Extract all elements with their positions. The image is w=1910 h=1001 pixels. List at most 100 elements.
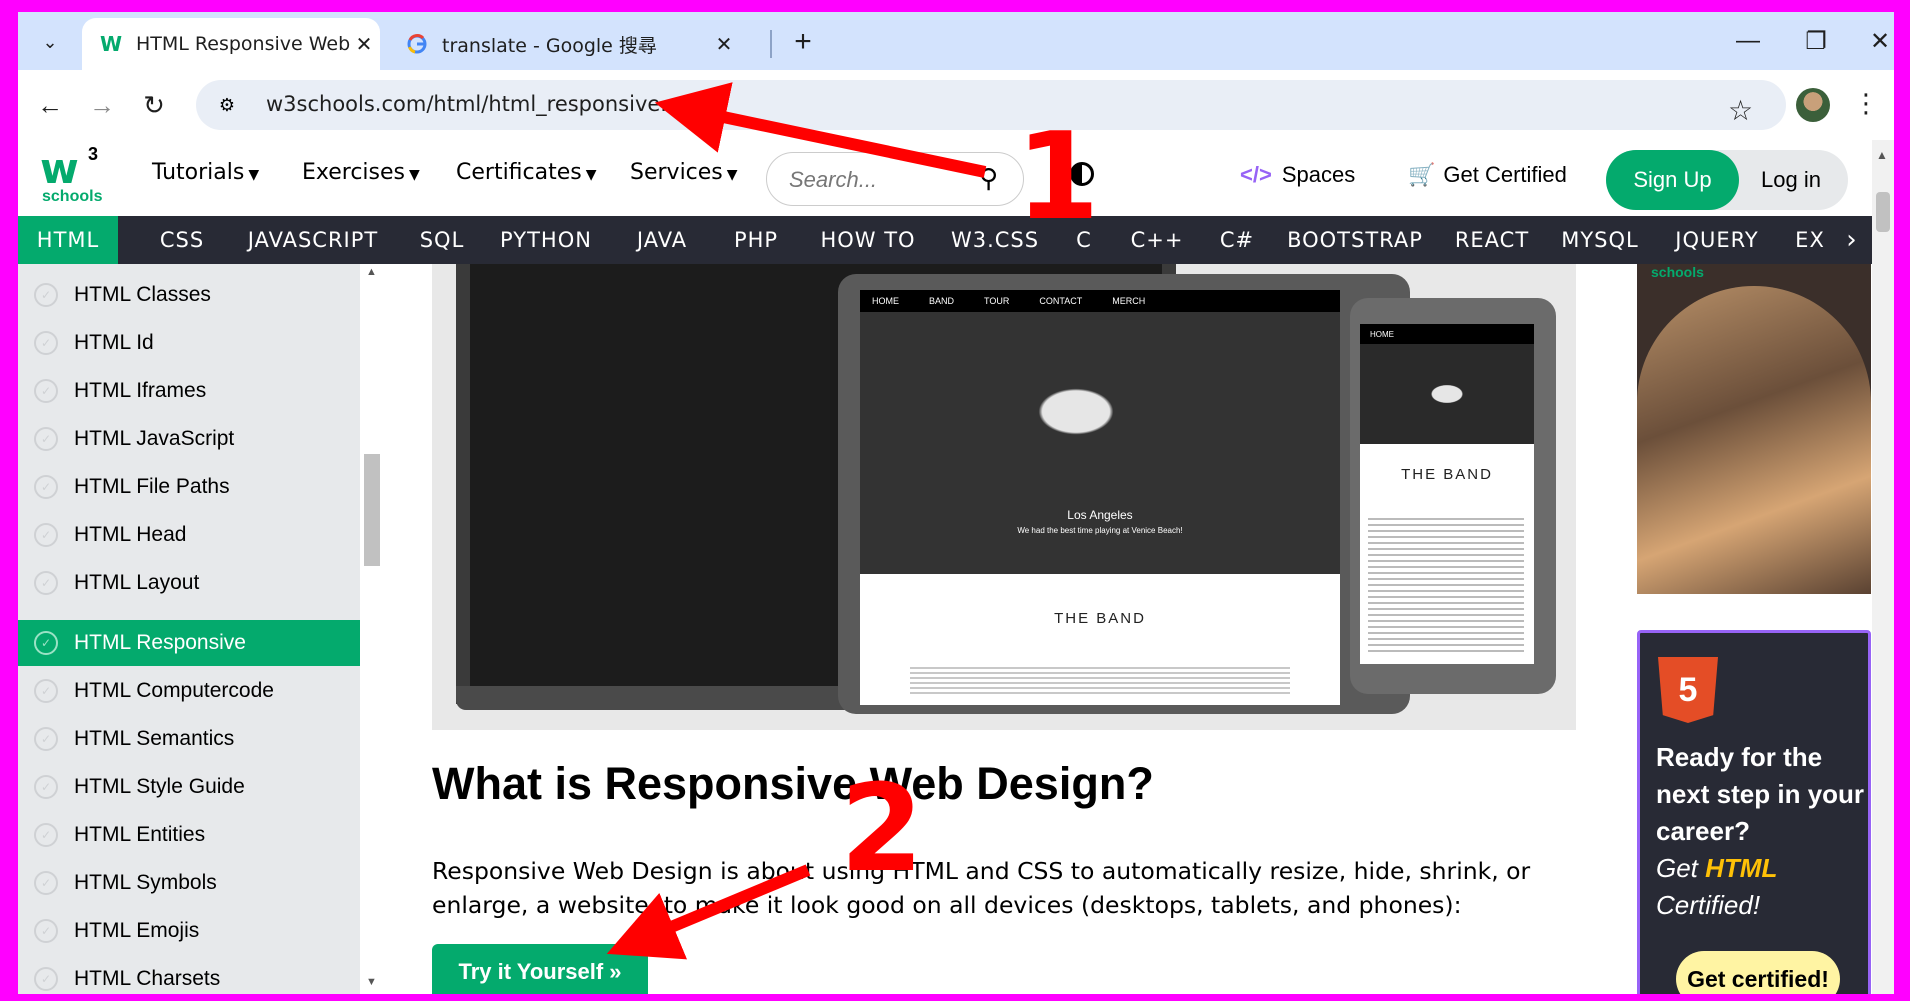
site-info-icon[interactable]: ⚙ xyxy=(214,92,240,118)
sidebar-item-javascript[interactable]: ✓ HTML JavaScript xyxy=(18,416,360,462)
search-icon[interactable]: ⚲ xyxy=(979,163,998,194)
scroll-down-icon[interactable]: ▼ xyxy=(366,976,377,988)
restore-icon[interactable]: ❐ xyxy=(1786,22,1846,60)
ad-logo: schools xyxy=(1651,264,1704,280)
topnav-sql[interactable]: SQL xyxy=(404,216,480,264)
topnav-java[interactable]: JAVA xyxy=(616,216,708,264)
tab-strip: ⌄ W HTML Responsive Web Design ✕ transla… xyxy=(18,12,1894,70)
scroll-up-icon[interactable]: ▲ xyxy=(366,266,377,278)
sidebar-item-layout[interactable]: ✓ HTML Layout xyxy=(18,560,360,606)
check-icon: ✓ xyxy=(34,379,58,403)
close-tab-icon[interactable]: ✕ xyxy=(710,32,738,56)
menu-tutorials[interactable]: Tutorials ▼ xyxy=(152,160,259,185)
get-certified-link[interactable]: 🛒 Get Certified xyxy=(1408,162,1567,188)
topnav-react[interactable]: REACT xyxy=(1442,216,1542,264)
tab-separator xyxy=(770,30,772,58)
google-favicon-icon xyxy=(402,29,432,59)
topnav-howto[interactable]: HOW TO xyxy=(806,216,930,264)
page-scroll-thumb[interactable] xyxy=(1876,192,1890,232)
phone-mockup: HOME THE BAND xyxy=(1350,298,1556,694)
sidebar-item-head[interactable]: ✓ HTML Head xyxy=(18,512,360,558)
sidebar-item-charsets[interactable]: ✓ HTML Charsets xyxy=(18,956,360,994)
back-icon[interactable]: ← xyxy=(30,85,70,125)
topnav-mysql[interactable]: MYSQL xyxy=(1550,216,1650,264)
topnav-ex[interactable]: EX xyxy=(1790,216,1830,264)
menu-services[interactable]: Services ▼ xyxy=(630,160,738,185)
check-icon: ✓ xyxy=(34,571,58,595)
city-subcaption: We had the best time playing at Venice B… xyxy=(1017,526,1183,535)
logo-sup: 3 xyxy=(88,144,99,164)
get-certified-button[interactable]: Get certified! xyxy=(1676,951,1840,994)
sidebar-scroll-thumb[interactable] xyxy=(364,454,380,566)
topnav-csharp[interactable]: C# xyxy=(1204,216,1270,264)
sign-up-button[interactable]: Sign Up xyxy=(1606,150,1739,210)
menu-exercises[interactable]: Exercises ▼ xyxy=(302,160,420,185)
close-tab-icon[interactable]: ✕ xyxy=(350,32,378,56)
sidebar-item-entities[interactable]: ✓ HTML Entities xyxy=(18,812,360,858)
logo-w: w xyxy=(40,144,79,193)
sidebar-item-responsive[interactable]: ✓ HTML Responsive xyxy=(18,620,360,666)
new-tab-icon[interactable]: + xyxy=(783,22,823,62)
city-caption: Los Angeles xyxy=(1067,508,1133,522)
browser-toolbar: ← → ↻ ⚙ w3schools.com/html/html_responsi… xyxy=(18,70,1894,140)
bookmark-star-icon[interactable]: ☆ xyxy=(1728,94,1753,127)
spaces-link[interactable]: </> Spaces xyxy=(1240,162,1355,188)
tab-html-responsive[interactable]: W HTML Responsive Web Design ✕ xyxy=(82,18,380,70)
page-scroll-up-icon[interactable]: ▲ xyxy=(1876,148,1888,162)
profile-avatar[interactable] xyxy=(1796,88,1830,122)
sidebar-item-file-paths[interactable]: ✓ HTML File Paths xyxy=(18,464,360,510)
sidebar-item-classes[interactable]: ✓ HTML Classes xyxy=(18,272,360,318)
topnav-css[interactable]: CSS xyxy=(136,216,228,264)
band-photo: Los Angeles We had the best time playing… xyxy=(860,312,1340,574)
topnav-cpp[interactable]: C++ xyxy=(1116,216,1198,264)
tab-search-icon[interactable]: ⌄ xyxy=(30,22,70,62)
annotation-number-2: 2 xyxy=(840,760,924,899)
page-scrollbar[interactable]: ▲ xyxy=(1872,140,1894,994)
try-it-yourself-button[interactable]: Try it Yourself » xyxy=(432,944,648,994)
topnav-javascript[interactable]: JAVASCRIPT xyxy=(228,216,398,264)
sidebar-item-iframes[interactable]: ✓ HTML Iframes xyxy=(18,368,360,414)
ad-certification[interactable]: 5 Ready for the next step in your career… xyxy=(1637,630,1871,994)
sidebar-item-semantics[interactable]: ✓ HTML Semantics xyxy=(18,716,360,762)
reload-icon[interactable]: ↻ xyxy=(134,85,174,125)
forward-icon[interactable]: → xyxy=(82,85,122,125)
topnav-jquery[interactable]: JQUERY xyxy=(1658,216,1776,264)
search-box: ⚲ xyxy=(766,152,1024,206)
address-bar[interactable]: ⚙ w3schools.com/html/html_responsive.asp xyxy=(196,80,1786,130)
sidebar-item-computercode[interactable]: ✓ HTML Computercode xyxy=(18,668,360,714)
check-icon: ✓ xyxy=(34,679,58,703)
main-content: HOME BAND TOUR CONTACT MERCH Los Angeles… xyxy=(384,264,1644,994)
ad-image-top[interactable]: schools xyxy=(1637,264,1871,594)
log-in-button[interactable]: Log in xyxy=(1751,150,1831,210)
tab-google-translate[interactable]: translate - Google 搜尋 ✕ xyxy=(388,18,768,70)
menu-label: Exercises xyxy=(302,160,406,185)
search-input[interactable] xyxy=(789,165,979,195)
topnav-bootstrap[interactable]: BOOTSTRAP xyxy=(1276,216,1434,264)
html5-icon: 5 xyxy=(1658,657,1718,723)
phone-band-photo xyxy=(1360,344,1534,444)
sidebar-item-symbols[interactable]: ✓ HTML Symbols xyxy=(18,860,360,906)
w3schools-logo[interactable]: w 3 schools xyxy=(40,144,110,210)
caret-down-icon: ▼ xyxy=(409,167,420,183)
topnav-next-icon[interactable]: › xyxy=(1832,216,1872,264)
sidebar-item-style-guide[interactable]: ✓ HTML Style Guide xyxy=(18,764,360,810)
topnav-php[interactable]: PHP xyxy=(716,216,796,264)
sidebar-item-label: HTML Layout xyxy=(74,571,200,594)
menu-certificates[interactable]: Certificates ▼ xyxy=(456,160,597,185)
annotation-number-1: 1 xyxy=(1016,108,1100,247)
sidebar-scrollbar[interactable]: ▲ ▼ xyxy=(360,264,384,994)
auth-group: Sign Up Log in xyxy=(1606,150,1848,210)
topnav-html[interactable]: HTML xyxy=(18,216,118,264)
sidebar-item-emojis[interactable]: ✓ HTML Emojis xyxy=(18,908,360,954)
browser-menu-icon[interactable]: ⋮ xyxy=(1853,88,1879,119)
sidebar-item-label: HTML Head xyxy=(74,523,187,546)
caret-down-icon: ▼ xyxy=(248,167,260,183)
sidebar-item-id[interactable]: ✓ HTML Id xyxy=(18,320,360,366)
minimize-icon[interactable]: — xyxy=(1718,22,1778,60)
ad-line3: Certified! xyxy=(1656,890,1761,920)
tablet-nav-item: TOUR xyxy=(984,296,1010,306)
close-window-icon[interactable]: ✕ xyxy=(1850,22,1894,60)
band-text-lines xyxy=(910,664,1290,694)
tablet-nav-item: HOME xyxy=(872,296,899,306)
topnav-python[interactable]: PYTHON xyxy=(486,216,606,264)
